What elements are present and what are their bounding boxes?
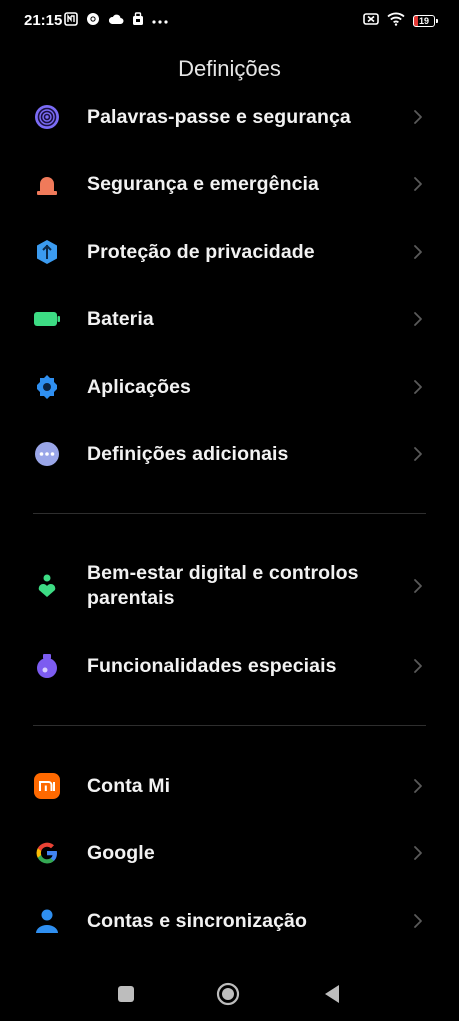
page-title: Definições <box>178 56 281 81</box>
settings-item-mi-account[interactable]: Conta Mi <box>0 758 459 814</box>
chevron-right-icon <box>412 310 424 328</box>
account-icon <box>33 907 61 935</box>
app-gear-icon <box>33 373 61 401</box>
chevron-right-icon <box>412 108 424 126</box>
special-features-icon <box>33 652 61 680</box>
settings-item-label: Google <box>87 841 155 864</box>
chevron-right-icon <box>412 657 424 675</box>
settings-item-label: Bateria <box>87 307 154 330</box>
chevron-right-icon <box>412 844 424 862</box>
settings-item-label: Contas e sincronização <box>87 909 308 932</box>
settings-item-label: Bem-estar digital e controlos parentais <box>87 562 359 609</box>
settings-item-label: Proteção de privacidade <box>87 240 315 263</box>
battery-icon <box>33 305 61 333</box>
settings-item-digital-wellbeing[interactable]: Bem-estar digital e controlos parentais <box>0 558 459 614</box>
emergency-light-icon <box>33 170 61 198</box>
settings-item-label: Conta Mi <box>87 774 171 797</box>
more-dots-icon <box>152 12 168 30</box>
mi-logo-icon <box>33 772 61 800</box>
status-time: 21:15 <box>24 12 63 29</box>
back-icon[interactable] <box>320 982 344 1006</box>
cloud-icon <box>108 12 124 30</box>
settings-item-safety-emergency[interactable]: Segurança e emergência <box>0 156 459 212</box>
settings-item-passwords-security[interactable]: Palavras-passe e segurança <box>0 89 459 145</box>
digital-wellbeing-icon <box>33 572 61 600</box>
section-divider <box>33 725 426 726</box>
home-icon[interactable] <box>216 982 240 1006</box>
chrome-icon <box>86 12 100 31</box>
chevron-right-icon <box>412 378 424 396</box>
settings-item-apps[interactable]: Aplicações <box>0 359 459 415</box>
status-bar: 21:15 19 <box>0 0 459 44</box>
more-settings-icon <box>33 440 61 468</box>
settings-item-label: Palavras-passe e segurança <box>87 105 351 128</box>
settings-item-label: Definições adicionais <box>87 442 289 465</box>
chevron-right-icon <box>412 912 424 930</box>
settings-item-accounts-sync[interactable]: Contas e sincronização <box>0 893 459 949</box>
settings-item-additional-settings[interactable]: Definições adicionais <box>0 426 459 482</box>
lock-badge-icon <box>132 11 144 31</box>
nfc-icon <box>64 11 78 31</box>
settings-item-label: Funcionalidades especiais <box>87 654 337 677</box>
battery-icon: 19 <box>413 15 438 27</box>
settings-item-battery[interactable]: Bateria <box>0 291 459 347</box>
settings-item-privacy-protection[interactable]: Proteção de privacidade <box>0 224 459 280</box>
chevron-right-icon <box>412 577 424 595</box>
settings-item-label: Segurança e emergência <box>87 172 319 195</box>
google-logo-icon <box>33 839 61 867</box>
chevron-right-icon <box>412 777 424 795</box>
section-divider <box>33 513 426 514</box>
fingerprint-icon <box>33 103 61 131</box>
settings-item-google[interactable]: Google <box>0 825 459 881</box>
settings-item-label: Aplicações <box>87 375 191 398</box>
chevron-right-icon <box>412 175 424 193</box>
wifi-icon <box>387 12 405 31</box>
status-left-icons <box>64 11 168 31</box>
battery-level: 19 <box>418 15 429 26</box>
sim-off-icon <box>363 12 379 31</box>
chevron-right-icon <box>412 445 424 463</box>
recent-apps-icon[interactable] <box>114 982 138 1006</box>
settings-item-special-features[interactable]: Funcionalidades especiais <box>0 638 459 694</box>
privacy-shield-icon <box>33 238 61 266</box>
navigation-bar <box>0 970 459 1020</box>
status-right-icons: 19 <box>363 11 438 31</box>
chevron-right-icon <box>412 243 424 261</box>
